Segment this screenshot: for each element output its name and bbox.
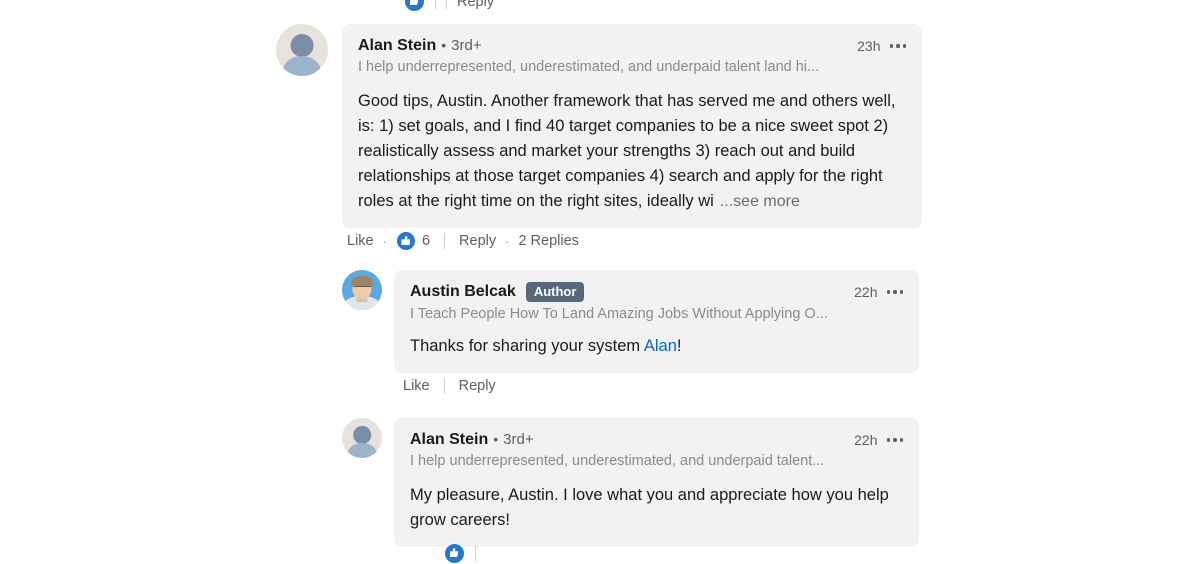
connection-degree: 3rd+ <box>503 430 534 448</box>
replies-count-button[interactable]: 2 Replies <box>518 233 578 249</box>
avatar-body-icon <box>282 56 322 76</box>
avatar[interactable] <box>276 24 328 76</box>
comment-author-line: Austin Belcak Author <box>410 282 842 302</box>
divider <box>475 546 476 561</box>
comment-body-text: Thanks for sharing your system <box>410 337 644 355</box>
comment-author-name[interactable]: Austin Belcak <box>410 282 516 301</box>
comment-header: Alan Stein • 3rd+ I help underrepresente… <box>358 36 906 75</box>
partial-action-row-bottom <box>444 543 486 564</box>
separator-dot: · <box>505 233 510 249</box>
comment-item: Austin Belcak Author I Teach People How … <box>342 270 919 373</box>
comment-timestamp: 23h <box>857 38 881 54</box>
reply-button[interactable]: Reply <box>459 378 496 394</box>
reply-button[interactable]: Reply <box>459 233 496 249</box>
comment-thread: Reply Alan Stein • 3rd+ I help underrepr… <box>0 0 1200 564</box>
connection-degree: 3rd+ <box>451 36 482 54</box>
comment-meta: 22h <box>854 430 903 448</box>
avatar-glasses <box>353 286 371 291</box>
reaction-count: 6 <box>421 233 431 249</box>
see-more-link[interactable]: ...see more <box>720 193 800 210</box>
divider <box>444 233 446 249</box>
reaction-summary[interactable]: 6 <box>395 231 431 251</box>
comment-header: Austin Belcak Author I Teach People How … <box>410 282 903 322</box>
comment-author-headline: I Teach People How To Land Amazing Jobs … <box>410 306 828 322</box>
comment-timestamp: 22h <box>854 432 878 448</box>
like-button[interactable]: Like <box>347 233 374 249</box>
comment-item: Alan Stein • 3rd+ I help underrepresente… <box>276 24 922 229</box>
comment-body: Thanks for sharing your system Alan! <box>410 334 903 359</box>
comment-meta: 22h <box>854 282 903 300</box>
comment-author-name[interactable]: Alan Stein <box>410 430 488 449</box>
avatar-head-icon <box>290 34 314 58</box>
comment-author-line: Alan Stein • 3rd+ <box>358 36 845 55</box>
like-button[interactable]: Like <box>403 378 430 394</box>
comment-body: My pleasure, Austin. I love what you and… <box>410 486 889 530</box>
separator-dot: · <box>382 233 387 249</box>
comment-meta: 23h <box>857 36 906 54</box>
comment-bubble: Alan Stein • 3rd+ I help underrepresente… <box>394 418 919 548</box>
more-options-icon[interactable] <box>889 44 906 48</box>
partial-action-row-top: Reply <box>404 0 494 12</box>
comment-author-name[interactable]: Alan Stein <box>358 36 436 55</box>
divider <box>443 378 445 394</box>
comment-action-bar: Like Reply <box>403 378 496 394</box>
like-reaction-icon[interactable] <box>444 543 465 564</box>
comment-author-headline: I help underrepresented, underestimated,… <box>410 453 825 470</box>
like-reaction-icon[interactable] <box>404 0 425 12</box>
avatar[interactable] <box>342 270 382 310</box>
comment-author-line: Alan Stein • 3rd+ <box>410 430 842 449</box>
comment-header: Alan Stein • 3rd+ I help underrepresente… <box>410 430 903 469</box>
reply-button[interactable]: Reply <box>457 0 494 10</box>
avatar-body-icon <box>347 442 377 458</box>
separator-dot: • <box>441 37 447 54</box>
avatar[interactable] <box>342 418 382 458</box>
comment-author-headline: I help underrepresented, underestimated,… <box>358 59 820 76</box>
more-options-icon[interactable] <box>886 290 903 294</box>
separator-dot: • <box>493 431 499 448</box>
mention-link[interactable]: Alan <box>644 337 677 355</box>
avatar-head-icon <box>353 426 371 444</box>
comment-item: Alan Stein • 3rd+ I help underrepresente… <box>342 418 919 548</box>
comment-bubble: Alan Stein • 3rd+ I help underrepresente… <box>342 24 922 229</box>
comment-action-bar: Like · 6 Reply · 2 Replies <box>347 231 579 251</box>
divider <box>446 0 447 9</box>
more-options-icon[interactable] <box>886 438 903 442</box>
comment-timestamp: 22h <box>854 284 878 300</box>
comment-bubble: Austin Belcak Author I Teach People How … <box>394 270 919 373</box>
like-reaction-icon <box>395 231 416 251</box>
author-badge: Author <box>525 282 585 302</box>
comment-body-text: Good tips, Austin. Another framework tha… <box>358 92 896 211</box>
divider <box>435 0 436 9</box>
comment-body-suffix: ! <box>676 337 682 355</box>
comment-body: Good tips, Austin. Another framework tha… <box>358 89 906 214</box>
